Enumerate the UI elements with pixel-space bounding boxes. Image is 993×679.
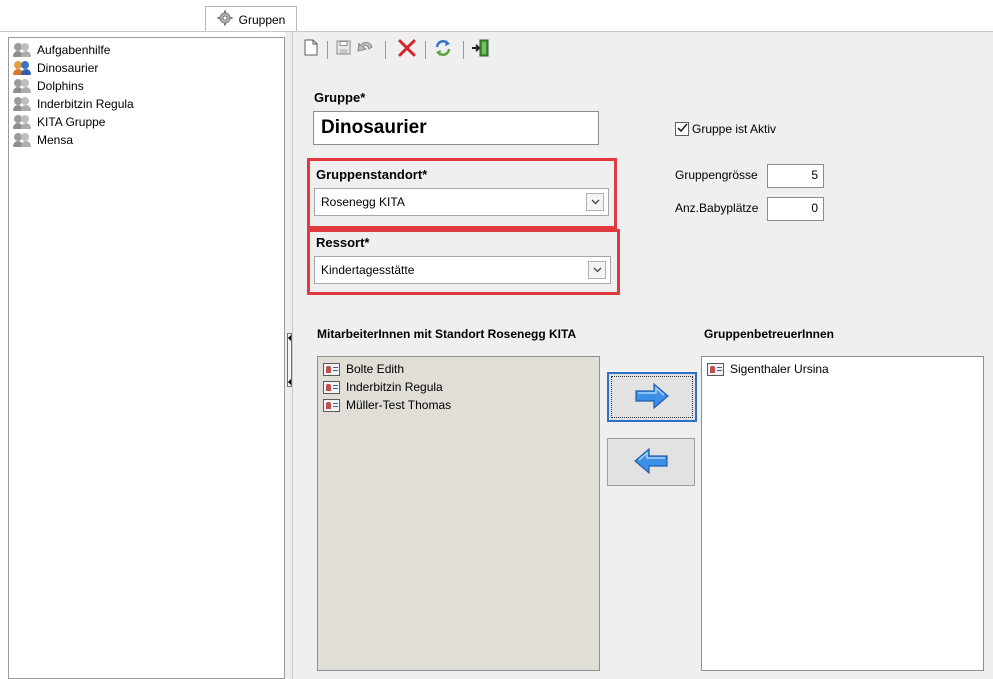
exit-button[interactable] — [470, 38, 492, 60]
collapse-left-icon — [288, 335, 291, 341]
tree-item-inderbitzin-regula[interactable]: Inderbitzin Regula — [13, 95, 134, 113]
betreuer-list[interactable]: Sigenthaler Ursina — [701, 356, 984, 671]
list-item-bolte-edith[interactable]: Bolte Edith — [323, 360, 404, 378]
delete-icon — [397, 38, 417, 61]
group-tree[interactable]: Aufgabenhilfe Dinosaurier Dolphins Inder… — [8, 37, 285, 679]
arrow-left-icon — [633, 447, 669, 478]
save-icon — [336, 40, 351, 58]
babyplaetze-input[interactable]: 0 — [767, 197, 824, 221]
group-icon — [13, 133, 32, 147]
contact-card-icon — [323, 380, 340, 394]
toolbar-separator — [385, 41, 386, 59]
tree-item-label: Dinosaurier — [37, 61, 99, 75]
tree-item-dolphins[interactable]: Dolphins — [13, 77, 84, 95]
gruppengroesse-label: Gruppengrösse — [675, 168, 758, 182]
gruppe-name-input[interactable]: Dinosaurier — [313, 111, 599, 145]
arrow-right-icon — [634, 382, 670, 413]
group-icon — [13, 43, 32, 57]
toolbar-separator — [327, 41, 328, 59]
gruppe-aktiv-label: Gruppe ist Aktiv — [692, 122, 777, 136]
ressort-value: Kindertagesstätte — [321, 263, 415, 277]
undo-button[interactable] — [356, 38, 376, 60]
list-item-sigenthaler-ursina[interactable]: Sigenthaler Ursina — [707, 360, 829, 378]
list-item-label: Bolte Edith — [346, 362, 405, 376]
tab-gruppen[interactable]: Gruppen — [205, 6, 297, 32]
exit-icon — [471, 38, 491, 61]
group-icon — [13, 97, 32, 111]
tree-item-kita-gruppe[interactable]: KITA Gruppe — [13, 113, 105, 131]
mitarbeiter-list-label: MitarbeiterInnen mit Standort Rosenegg K… — [317, 327, 577, 341]
save-button[interactable] — [334, 38, 352, 60]
collapse-left-icon — [288, 379, 291, 385]
remove-betreuer-button[interactable] — [607, 438, 695, 486]
new-document-icon — [304, 39, 318, 59]
panel-border — [292, 32, 293, 679]
refresh-button[interactable] — [432, 38, 454, 60]
gruppengroesse-input[interactable]: 5 — [767, 164, 824, 188]
list-item-label: Müller-Test Thomas — [346, 398, 452, 412]
standort-label: Gruppenstandort* — [316, 167, 428, 182]
tree-item-label: Aufgabenhilfe — [37, 43, 111, 57]
undo-icon — [357, 40, 375, 58]
list-item-label: Inderbitzin Regula — [346, 380, 443, 394]
tab-strip — [0, 0, 993, 31]
toolbar-separator — [425, 41, 426, 59]
list-item-inderbitzin-regula[interactable]: Inderbitzin Regula — [323, 378, 443, 396]
babyplaetze-label: Anz.Babyplätze — [675, 201, 759, 215]
contact-card-icon — [323, 398, 340, 412]
tree-item-label: KITA Gruppe — [37, 115, 106, 129]
tree-item-dinosaurier[interactable]: Dinosaurier — [13, 59, 98, 77]
refresh-icon — [433, 38, 453, 61]
list-item-mueller-test-thomas[interactable]: Müller-Test Thomas — [323, 396, 451, 414]
gruppe-label: Gruppe* — [314, 90, 366, 105]
tab-label: Gruppen — [238, 12, 286, 27]
group-icon — [13, 115, 32, 129]
chevron-down-icon[interactable] — [588, 261, 606, 279]
toolbar-separator — [463, 41, 464, 59]
ressort-label: Ressort* — [316, 235, 370, 250]
standort-select[interactable]: Rosenegg KITA — [314, 188, 609, 216]
gruppe-aktiv-checkbox[interactable] — [675, 122, 689, 136]
list-item-label: Sigenthaler Ursina — [730, 362, 829, 376]
betreuer-list-label: GruppenbetreuerInnen — [704, 327, 835, 341]
group-icon — [13, 79, 32, 93]
tree-item-mensa[interactable]: Mensa — [13, 131, 73, 149]
tree-item-label: Mensa — [37, 133, 74, 147]
checkmark-icon — [676, 122, 688, 136]
add-betreuer-button[interactable] — [607, 372, 697, 422]
ressort-select[interactable]: Kindertagesstätte — [314, 256, 611, 284]
delete-button[interactable] — [396, 38, 418, 60]
chevron-down-icon[interactable] — [586, 193, 604, 211]
group-active-icon — [13, 61, 32, 75]
tree-item-label: Dolphins — [37, 79, 84, 93]
standort-value: Rosenegg KITA — [321, 195, 405, 209]
new-button[interactable] — [302, 38, 320, 60]
gear-icon — [217, 10, 233, 29]
contact-card-icon — [707, 362, 724, 376]
tree-item-aufgabenhilfe[interactable]: Aufgabenhilfe — [13, 41, 110, 59]
mitarbeiter-list[interactable]: Bolte Edith Inderbitzin Regula Müller-Te… — [317, 356, 600, 671]
tree-item-label: Inderbitzin Regula — [37, 97, 134, 111]
contact-card-icon — [323, 362, 340, 376]
